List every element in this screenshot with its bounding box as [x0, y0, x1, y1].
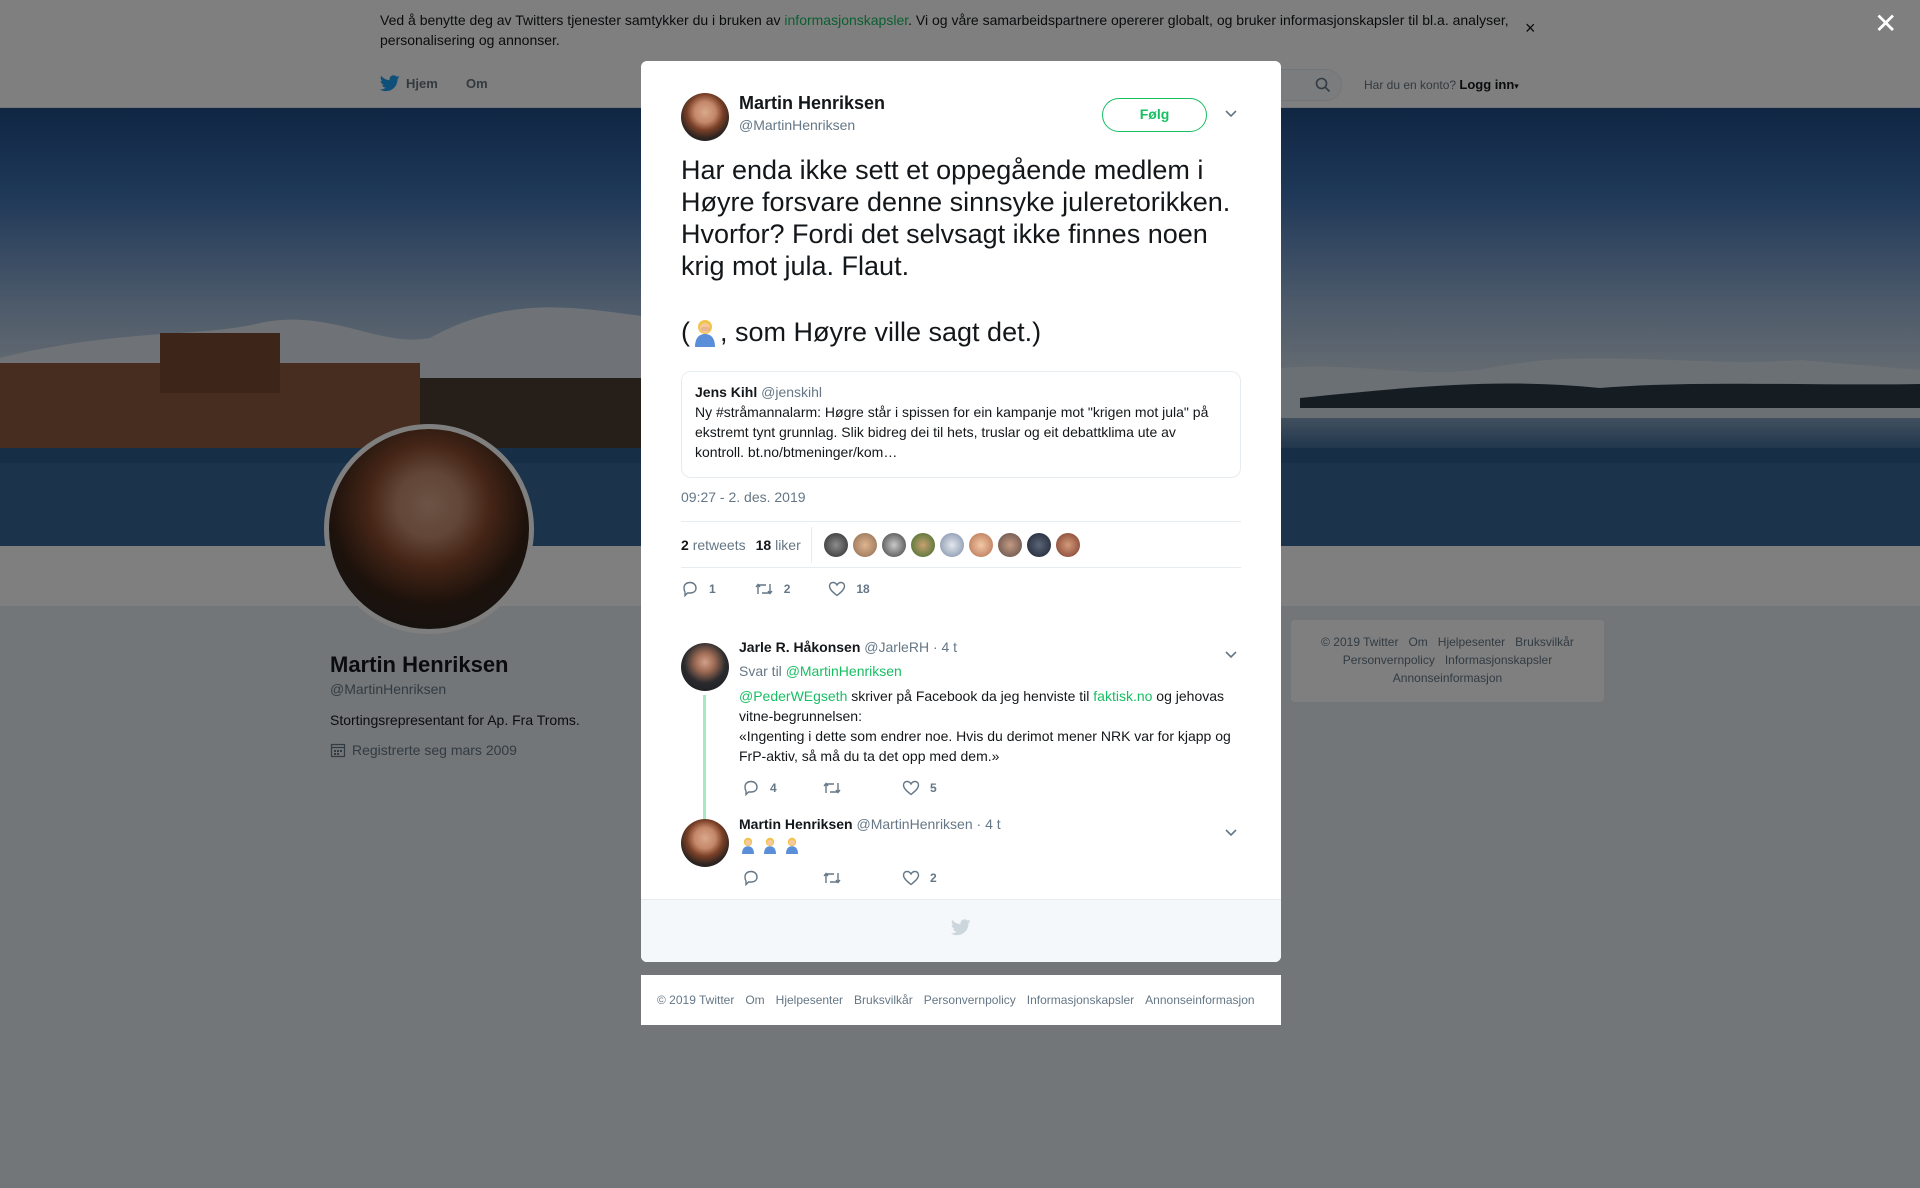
reply-to-link[interactable]: @MartinHenriksen	[786, 663, 902, 679]
tweet-text-2-post: , som Høyre ville sagt det.)	[720, 317, 1042, 347]
liker-avatar[interactable]	[997, 532, 1022, 557]
footer-link[interactable]: Bruksvilkår	[854, 993, 913, 1007]
stats-divider	[810, 526, 812, 563]
heart-icon	[902, 870, 920, 886]
reply-quote-text: «Ingenting i dette som endrer noe. Hvis …	[739, 728, 1231, 764]
tweet-modal: Martin Henriksen @MartinHenriksen Følg H…	[641, 61, 1281, 962]
person-facepalming-emoji-icon	[786, 837, 798, 854]
liker-avatar[interactable]	[1055, 532, 1080, 557]
liker-avatar[interactable]	[910, 532, 935, 557]
tweet-stats: 2 retweets 18 liker	[681, 521, 1241, 568]
tweet-text: Har enda ikke sett et oppegående medlem …	[681, 155, 1231, 281]
retweets-label: retweets	[692, 536, 746, 553]
reply-text-part: skriver på Facebook da jeg henviste til	[847, 688, 1094, 704]
liker-avatar[interactable]	[881, 532, 906, 557]
quoted-author-handle: @jenskihl	[761, 384, 823, 400]
retweet-button[interactable]	[822, 869, 902, 887]
reply-emoji-text	[739, 836, 801, 854]
reply-time[interactable]: · 4 t	[977, 816, 1001, 832]
liker-avatar[interactable]	[1026, 532, 1051, 557]
tweet-author-handle[interactable]: @MartinHenriksen	[739, 117, 855, 133]
footer-copyright: © 2019 Twitter	[657, 993, 735, 1007]
modal-footer	[641, 899, 1281, 962]
reply-count: 4	[770, 781, 777, 795]
reply-author-handle[interactable]: @JarleRH	[864, 639, 929, 655]
tweet-text-2-pre: (	[681, 317, 690, 347]
quoted-tweet[interactable]: Jens Kihl @jenskihl Ny #stråmannalarm: H…	[681, 371, 1241, 478]
retweet-icon	[823, 782, 841, 794]
chevron-down-icon[interactable]	[1224, 106, 1238, 120]
twitter-bird-icon	[951, 919, 971, 936]
reply-author-name[interactable]: Martin Henriksen	[739, 816, 853, 832]
reply-time[interactable]: · 4 t	[933, 639, 957, 655]
reply-text: @PederWEgseth skriver på Facebook da jeg…	[739, 686, 1249, 766]
likes-stat[interactable]: 18 liker	[756, 537, 801, 553]
reply-to-label: Svar til	[739, 663, 782, 679]
reply-actions: 4 5	[742, 779, 982, 797]
retweet-icon	[755, 583, 773, 595]
heart-icon	[902, 780, 920, 796]
reply-author-name[interactable]: Jarle R. Håkonsen	[739, 639, 860, 655]
reply-button[interactable]: 4	[742, 779, 822, 797]
person-facepalming-emoji-icon	[695, 320, 715, 347]
reply-button[interactable]: 1	[681, 580, 716, 598]
person-facepalming-emoji-icon	[764, 837, 776, 854]
like-button[interactable]: 5	[902, 779, 982, 797]
footer-link[interactable]: Informasjonskapsler	[1027, 993, 1134, 1007]
retweets-count: 2	[681, 536, 689, 553]
quoted-author-name: Jens Kihl	[695, 384, 758, 400]
reply-avatar[interactable]	[681, 819, 729, 867]
quoted-tweet-header: Jens Kihl @jenskihl	[695, 384, 1227, 400]
like-count: 18	[856, 582, 870, 596]
reply-icon	[744, 780, 758, 797]
reply-avatar[interactable]	[681, 643, 729, 691]
quoted-tweet-text: Ny #stråmannalarm: Høgre står i spissen …	[695, 404, 1209, 460]
reply-header: Jarle R. Håkonsen @JarleRH · 4 t	[739, 639, 957, 655]
reply-to: Svar til @MartinHenriksen	[739, 663, 902, 679]
reply-header: Martin Henriksen @MartinHenriksen · 4 t	[739, 816, 1001, 832]
likes-label: liker	[775, 536, 801, 553]
person-facepalming-emoji-icon	[742, 837, 754, 854]
heart-icon	[829, 581, 846, 597]
liker-avatar[interactable]	[852, 532, 877, 557]
liker-avatar[interactable]	[968, 532, 993, 557]
chevron-down-icon[interactable]	[1224, 825, 1238, 839]
follow-button[interactable]: Følg	[1102, 98, 1207, 132]
tweet-avatar[interactable]	[681, 93, 729, 141]
like-count: 5	[930, 781, 937, 795]
retweet-icon	[823, 872, 841, 884]
tweet-timestamp[interactable]: 09:27 - 2. des. 2019	[681, 489, 806, 505]
footer-link[interactable]: Hjelpesenter	[776, 993, 843, 1007]
reply-button[interactable]	[742, 869, 822, 887]
liker-avatar[interactable]	[939, 532, 964, 557]
chevron-down-icon[interactable]	[1224, 647, 1238, 661]
mention-link[interactable]: @PederWEgseth	[739, 688, 847, 704]
footer-link[interactable]: Om	[745, 993, 764, 1007]
tweet-author-name[interactable]: Martin Henriksen	[739, 93, 885, 114]
footer-link[interactable]: Annonseinformasjon	[1145, 993, 1254, 1007]
retweets-stat[interactable]: 2 retweets	[681, 537, 746, 553]
retweet-button[interactable]: 2	[754, 580, 791, 598]
retweet-button[interactable]	[822, 779, 902, 797]
like-button[interactable]: 18	[828, 580, 870, 598]
reply-author-handle[interactable]: @MartinHenriksen	[856, 816, 972, 832]
reply-count: 1	[709, 582, 716, 596]
tweet-actions: 1 2 18	[681, 580, 908, 598]
close-modal-button[interactable]: ✕	[1874, 10, 1897, 38]
like-button[interactable]: 2	[902, 869, 982, 887]
reply-icon	[744, 870, 758, 887]
reply-actions: 2	[742, 869, 982, 887]
liker-avatar[interactable]	[823, 532, 848, 557]
retweet-count: 2	[783, 582, 791, 596]
reply-icon	[683, 581, 697, 598]
footer-link[interactable]: Personvernpolicy	[924, 993, 1016, 1007]
tweet-text-2: ( , som Høyre ville sagt det.)	[681, 316, 1041, 348]
like-count: 2	[930, 871, 937, 885]
likes-count: 18	[755, 536, 772, 553]
reply-link[interactable]: faktisk.no	[1093, 688, 1152, 704]
modal-bottom-footer: © 2019 Twitter Om Hjelpesenter Bruksvilk…	[641, 975, 1281, 1025]
